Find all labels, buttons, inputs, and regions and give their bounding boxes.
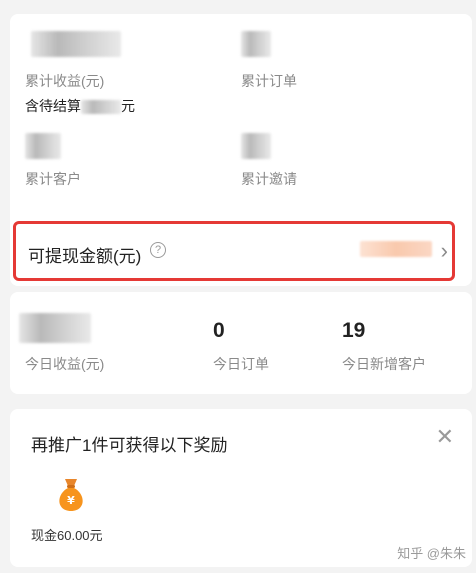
total-earnings-value-blurred [31,31,121,57]
cumulative-stats-card: 累计收益(元) 含待结算元 累计订单 累计客户 累计邀请 可提现金额(元) ? … [10,14,472,286]
withdrawable-amount-blurred [360,241,432,257]
money-bag-icon: ¥ [59,479,83,511]
help-icon[interactable]: ? [150,242,166,258]
watermark: 知乎 @朱朱 [397,546,466,561]
reward-item-label: 现金60.00元 [31,528,103,543]
reward-title: 再推广1件可获得以下奖励 [31,436,228,455]
withdrawable-amount-row[interactable]: 可提现金额(元) ? › [13,221,455,281]
total-customers-label: 累计客户 [25,171,81,187]
total-customers-value-blurred [25,133,61,159]
today-new-customers-value: 19 [342,319,366,342]
today-earnings-value-blurred [19,313,91,343]
today-earnings-label: 今日收益(元) [25,356,105,372]
total-invites-label: 累计邀请 [241,171,297,187]
total-earnings-label: 累计收益(元) [25,73,105,89]
total-invites-value-blurred [241,133,271,159]
close-icon[interactable]: ✕ [436,426,454,448]
today-stats-card: 今日收益(元) 0 今日订单 19 今日新增客户 [10,292,472,394]
chevron-right-icon: › [440,238,448,263]
today-orders-label: 今日订单 [213,356,269,372]
today-orders-value: 0 [213,319,225,342]
total-orders-label: 累计订单 [241,73,297,89]
withdrawable-amount-title: 可提现金额(元) [28,247,142,266]
pending-amount-blurred [81,100,121,115]
svg-text:¥: ¥ [67,494,75,507]
pending-settlement-text: 含待结算元 [25,98,135,115]
total-orders-value-blurred [241,31,271,57]
today-new-customers-label: 今日新增客户 [342,356,426,372]
